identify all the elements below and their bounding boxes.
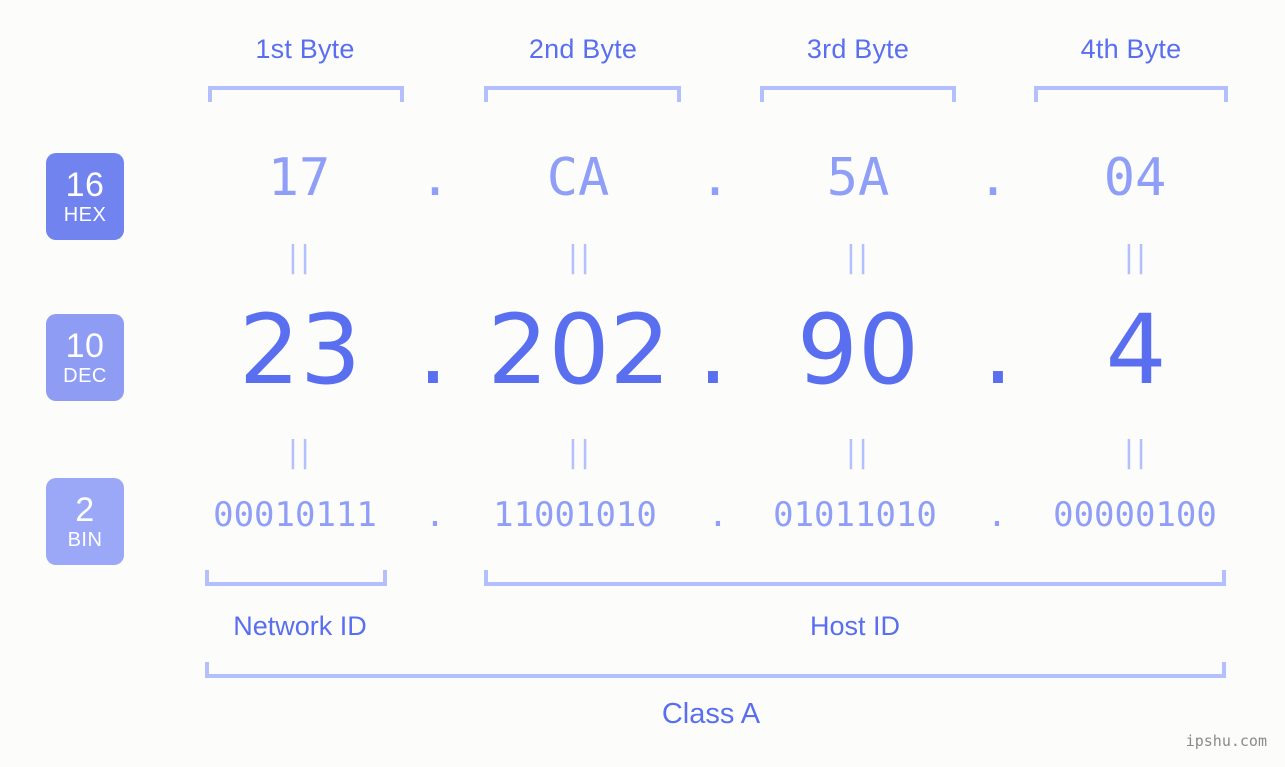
dec-byte-2: 202 bbox=[487, 294, 671, 406]
equals-mark-dec-bin-2: || bbox=[567, 435, 593, 470]
byte-header-2: 2nd Byte bbox=[528, 34, 638, 64]
hex-separator-3: . bbox=[977, 148, 1009, 208]
base-badge-dec-number: 10 bbox=[65, 327, 105, 365]
byte-bracket-3 bbox=[760, 86, 956, 102]
dec-separator-1: . bbox=[417, 294, 449, 406]
host-id-label: Host ID bbox=[809, 611, 901, 641]
hex-byte-2: CA bbox=[546, 148, 610, 208]
bin-byte-1: 00010111 bbox=[213, 495, 377, 535]
byte-header-1: 1st Byte bbox=[255, 34, 355, 64]
bin-separator-1: . bbox=[424, 495, 446, 535]
bin-separator-3: . bbox=[986, 495, 1008, 535]
base-badge-bin-number: 2 bbox=[75, 491, 95, 529]
equals-mark-dec-bin-1: || bbox=[287, 435, 313, 470]
base-badge-hex[interactable]: 16 HEX bbox=[46, 153, 124, 240]
host-id-bracket bbox=[484, 570, 1226, 586]
bin-byte-3: 01011010 bbox=[773, 495, 937, 535]
base-badge-dec[interactable]: 10 DEC bbox=[46, 314, 124, 401]
base-badge-hex-name: HEX bbox=[63, 204, 107, 226]
bin-byte-4: 00000100 bbox=[1053, 495, 1217, 535]
byte-header-3: 3rd Byte bbox=[806, 34, 910, 64]
equals-mark-dec-bin-3: || bbox=[845, 435, 871, 470]
byte-bracket-2 bbox=[484, 86, 681, 102]
base-badge-bin-name: BIN bbox=[67, 529, 103, 551]
dec-separator-3: . bbox=[982, 294, 1014, 406]
equals-mark-hex-dec-1: || bbox=[287, 240, 313, 275]
hex-byte-1: 17 bbox=[267, 148, 331, 208]
bin-separator-2: . bbox=[707, 495, 729, 535]
equals-mark-hex-dec-4: || bbox=[1123, 240, 1149, 275]
byte-bracket-4 bbox=[1034, 86, 1228, 102]
watermark-text: ipshu.com bbox=[1185, 732, 1267, 750]
class-bracket bbox=[205, 662, 1226, 678]
network-id-bracket bbox=[205, 570, 387, 586]
dec-byte-4: 4 bbox=[1105, 294, 1167, 406]
bin-byte-2: 11001010 bbox=[493, 495, 657, 535]
hex-byte-3: 5A bbox=[826, 148, 890, 208]
network-id-label: Network ID bbox=[233, 611, 367, 641]
class-label: Class A bbox=[661, 698, 761, 730]
base-badge-bin[interactable]: 2 BIN bbox=[46, 478, 124, 565]
base-badge-hex-number: 16 bbox=[65, 166, 105, 204]
hex-separator-2: . bbox=[699, 148, 731, 208]
base-badge-dec-name: DEC bbox=[63, 365, 107, 387]
dec-byte-3: 90 bbox=[796, 294, 920, 406]
equals-mark-hex-dec-3: || bbox=[845, 240, 871, 275]
hex-separator-1: . bbox=[419, 148, 451, 208]
byte-header-4: 4th Byte bbox=[1080, 34, 1182, 64]
hex-byte-4: 04 bbox=[1103, 148, 1167, 208]
dec-separator-2: . bbox=[697, 294, 729, 406]
equals-mark-hex-dec-2: || bbox=[567, 240, 593, 275]
byte-bracket-1 bbox=[208, 86, 404, 102]
dec-byte-1: 23 bbox=[238, 294, 362, 406]
ip-address-breakdown-diagram: 1st Byte 2nd Byte 3rd Byte 4th Byte 16 H… bbox=[0, 0, 1285, 767]
equals-mark-dec-bin-4: || bbox=[1123, 435, 1149, 470]
